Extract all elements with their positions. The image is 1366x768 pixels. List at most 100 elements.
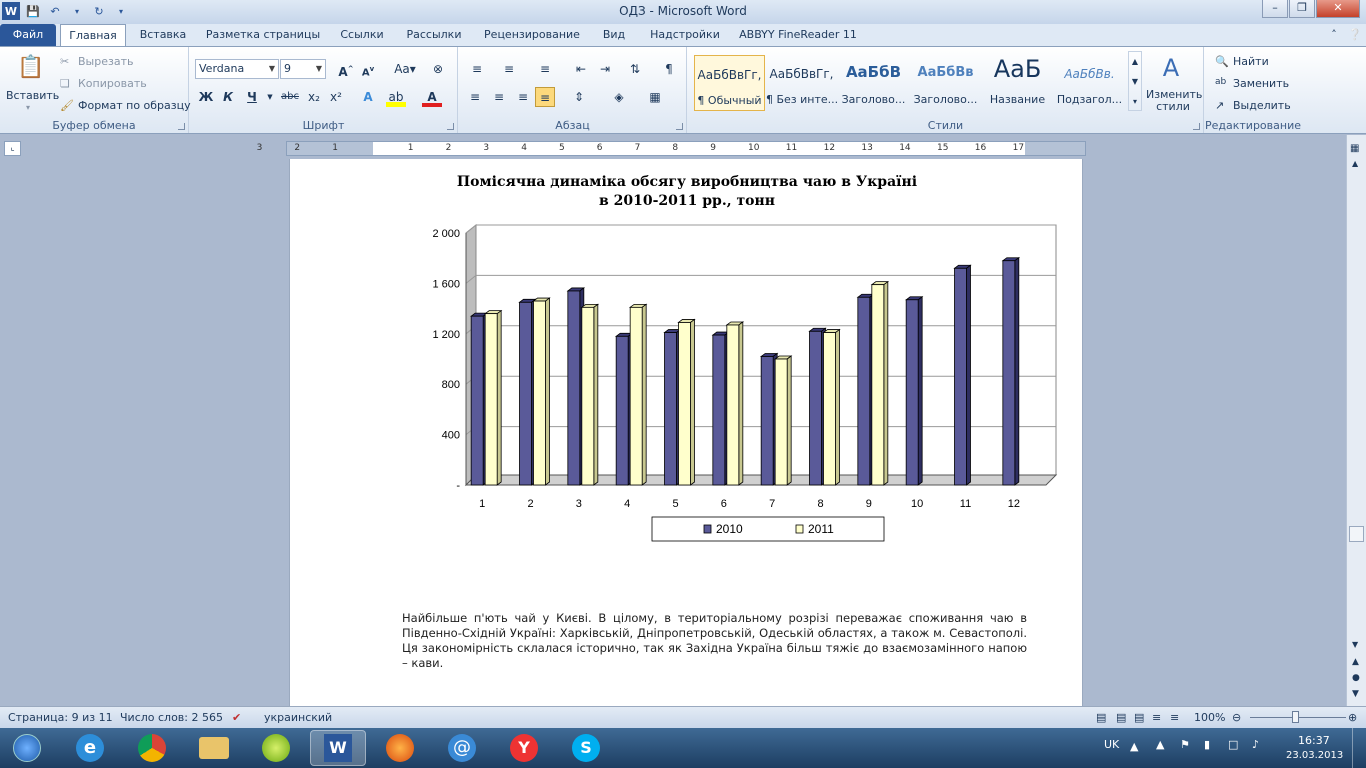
proofing-icon[interactable]: ✔ xyxy=(232,711,241,724)
replace-button[interactable]: Заменить xyxy=(1233,77,1289,90)
show-marks-icon[interactable]: ¶ xyxy=(659,59,679,79)
file-explorer-icon[interactable] xyxy=(186,730,242,766)
zoom-level[interactable]: 100% xyxy=(1194,711,1225,724)
font-name-combo[interactable]: Verdana ▼ xyxy=(195,59,279,79)
underline-dropdown-icon[interactable]: ▼ xyxy=(260,87,280,107)
cut-button[interactable]: Вырезать xyxy=(78,55,133,68)
underline-button[interactable]: Ч xyxy=(242,87,262,107)
text-effects-icon[interactable]: A xyxy=(358,87,378,107)
shading-icon[interactable]: ◈ xyxy=(609,87,629,107)
print-layout-icon[interactable]: ▤ xyxy=(1096,711,1106,724)
mail-at-icon[interactable]: @ xyxy=(434,730,490,766)
web-layout-icon[interactable]: ▤ xyxy=(1134,711,1144,724)
font-launcher-icon[interactable] xyxy=(447,123,454,130)
restore-button[interactable]: ❐ xyxy=(1289,0,1315,18)
tab-view[interactable]: Вид xyxy=(594,24,634,46)
keyboard-language[interactable]: UK xyxy=(1104,738,1119,751)
help-collapse-icon[interactable]: ˄ xyxy=(1326,24,1342,46)
draft-icon[interactable]: ≡ xyxy=(1170,711,1179,724)
outline-icon[interactable]: ≡ xyxy=(1152,711,1161,724)
grow-font-icon[interactable]: A^ xyxy=(336,59,356,79)
style-title[interactable]: АаБ Название xyxy=(982,55,1053,111)
word-count[interactable]: Число слов: 2 565 xyxy=(120,711,223,724)
select-button[interactable]: Выделить xyxy=(1233,99,1291,112)
help-icon[interactable]: ❔ xyxy=(1346,24,1364,46)
tab-file[interactable]: Файл xyxy=(0,24,56,46)
format-painter-icon[interactable]: 🖌 xyxy=(60,99,74,112)
tray-flag-icon[interactable]: ⚑ xyxy=(1180,738,1190,751)
start-button[interactable] xyxy=(2,730,52,766)
shrink-font-icon[interactable]: Av xyxy=(358,59,378,79)
bullets-icon[interactable]: ≡ xyxy=(467,59,487,79)
bar-chart[interactable]: -4008001 2001 6002 0001 2 3 4 5 6 7 8 9 10 11 12201… xyxy=(410,215,1090,555)
full-screen-icon[interactable]: ▤ xyxy=(1116,711,1126,724)
style-heading-1[interactable]: АаБбВ Заголово... xyxy=(838,55,909,111)
internet-explorer-icon[interactable]: e xyxy=(62,730,118,766)
vertical-scrollbar[interactable]: ▦ ▲ ▼ ▲ ● ▼ xyxy=(1346,135,1366,706)
firefox-icon[interactable] xyxy=(372,730,428,766)
replace-icon[interactable]: ab xyxy=(1215,77,1226,87)
format-painter-button[interactable]: Формат по образцу xyxy=(78,99,191,112)
tab-abbyy[interactable]: ABBYY FineReader 11 xyxy=(736,24,860,46)
paste-dropdown-icon[interactable]: ▾ xyxy=(26,103,30,112)
skype-icon[interactable]: S xyxy=(558,730,614,766)
paragraph-launcher-icon[interactable] xyxy=(676,123,683,130)
find-button[interactable]: Найти xyxy=(1233,55,1269,68)
scroll-up-icon[interactable]: ▲ xyxy=(1352,159,1358,168)
chrome-icon[interactable] xyxy=(124,730,180,766)
media-player-icon[interactable] xyxy=(248,730,304,766)
tab-insert[interactable]: Вставка xyxy=(134,24,192,46)
change-styles-icon[interactable]: A xyxy=(1156,53,1186,83)
word-taskbar-icon[interactable]: W xyxy=(310,730,366,766)
body-paragraph[interactable]: Найбільше п'ють чай у Києві. В цілому, в… xyxy=(402,611,1027,671)
bold-button[interactable]: Ж xyxy=(196,87,216,107)
superscript-button[interactable]: x² xyxy=(326,87,346,107)
yandex-browser-icon[interactable]: Y xyxy=(496,730,552,766)
line-spacing-icon[interactable]: ⇕ xyxy=(569,87,589,107)
justify-icon[interactable]: ≡ xyxy=(535,87,555,107)
align-center-icon[interactable]: ≡ xyxy=(489,87,509,107)
subscript-button[interactable]: x₂ xyxy=(304,87,324,107)
cut-icon[interactable]: ✂ xyxy=(60,55,69,68)
strikethrough-button[interactable]: abc xyxy=(278,87,302,107)
document-page[interactable]: Помісячна динаміка обсягу виробництва ча… xyxy=(289,159,1083,706)
increase-indent-icon[interactable]: ⇥ xyxy=(595,59,615,79)
copy-button[interactable]: Копировать xyxy=(78,77,147,90)
tray-signal-icon[interactable]: □ xyxy=(1228,738,1238,751)
scroll-thumb[interactable] xyxy=(1349,526,1364,542)
style-heading-2[interactable]: АаБбВв Заголово... xyxy=(910,55,981,111)
scroll-down-icon[interactable]: ▼ xyxy=(1352,640,1358,649)
zoom-in-icon[interactable]: ⊕ xyxy=(1348,711,1357,724)
browse-object-icon[interactable]: ● xyxy=(1352,673,1360,683)
style-normal[interactable]: АаБбВвГг, ¶ Обычный xyxy=(694,55,765,111)
tab-addins[interactable]: Надстройки xyxy=(642,24,728,46)
ruler-toggle-icon[interactable]: ▦ xyxy=(1350,143,1359,154)
paste-icon[interactable]: 📋 xyxy=(16,53,46,83)
style-subtitle[interactable]: АаБбВв. Подзагол... xyxy=(1054,55,1125,111)
sort-icon[interactable]: ⇅ xyxy=(625,59,645,79)
clock-date[interactable]: 23.03.2013 xyxy=(1286,750,1343,761)
language-indicator[interactable]: украинский xyxy=(264,711,332,724)
clipboard-launcher-icon[interactable] xyxy=(178,123,185,130)
style-no-spacing[interactable]: АаБбВвГг, ¶ Без инте... xyxy=(766,55,837,111)
next-page-icon[interactable]: ▼ xyxy=(1352,689,1359,699)
decrease-indent-icon[interactable]: ⇤ xyxy=(571,59,591,79)
font-color-icon[interactable]: A xyxy=(422,87,442,107)
find-icon[interactable]: 🔍 xyxy=(1215,55,1229,68)
italic-button[interactable]: К xyxy=(218,87,238,107)
tab-review[interactable]: Рецензирование xyxy=(478,24,586,46)
tab-references[interactable]: Ссылки xyxy=(334,24,390,46)
numbering-icon[interactable]: ≡ xyxy=(499,59,519,79)
tab-selector-icon[interactable]: ⌞ xyxy=(4,141,21,156)
highlight-icon[interactable]: ab xyxy=(386,87,406,107)
clear-formatting-icon[interactable]: ⊗ xyxy=(428,59,448,79)
horizontal-ruler[interactable]: 3 2 1 1 2 3 4 5 6 7 8 9 10 11 12 13 14 15 16 17 xyxy=(257,141,1086,156)
copy-icon[interactable]: ❏ xyxy=(60,77,70,90)
paste-button[interactable]: Вставить xyxy=(6,89,59,102)
zoom-out-icon[interactable]: ⊖ xyxy=(1232,711,1241,724)
font-size-combo[interactable]: 9 ▼ xyxy=(280,59,326,79)
tray-expand-icon[interactable]: ▲ xyxy=(1130,740,1138,753)
styles-launcher-icon[interactable] xyxy=(1193,123,1200,130)
tab-mailings[interactable]: Рассылки xyxy=(398,24,470,46)
select-icon[interactable]: ↗ xyxy=(1215,99,1224,112)
